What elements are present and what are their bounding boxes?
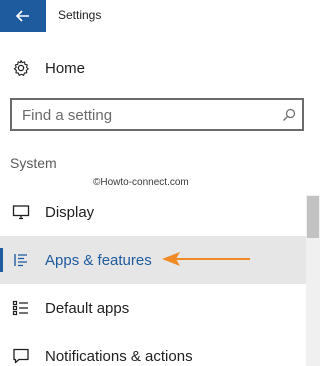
search-box[interactable] [10,98,304,131]
sidebar-item-label: Default apps [45,300,130,317]
gear-icon [13,59,29,76]
home-link[interactable]: Home [0,54,320,82]
section-title: System [10,155,57,171]
list-icon [14,254,27,267]
notifications-icon [13,348,29,364]
sidebar-item-apps-features[interactable]: Apps & features [0,236,306,284]
back-button[interactable] [0,0,46,32]
watermark-text: ©Howto-connect.com [93,177,189,188]
sidebar-item-label: Apps & features [45,252,152,269]
search-input[interactable] [22,105,272,125]
scrollbar-thumb[interactable] [307,196,319,238]
search-icon[interactable] [282,108,296,122]
back-arrow-icon [16,10,29,22]
selection-indicator [0,248,3,272]
title-bar: Settings [0,0,320,32]
sidebar-item-label: Display [45,204,95,221]
sidebar-item-notifications[interactable]: Notifications & actions [0,332,306,366]
sidebar-item-label: Notifications & actions [45,348,193,365]
home-label: Home [45,60,86,77]
monitor-icon [12,205,30,220]
sidebar-item-default-apps[interactable]: Default apps [0,284,306,332]
window-title: Settings [58,8,102,22]
sidebar-item-display[interactable]: Display [0,188,306,236]
default-apps-icon [12,300,28,316]
annotation-arrow-icon [162,252,250,266]
